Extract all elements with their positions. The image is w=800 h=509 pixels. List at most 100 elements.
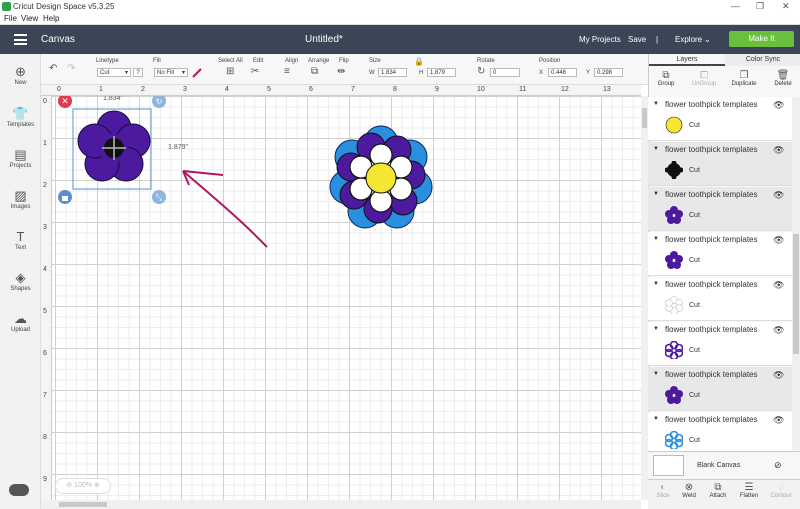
eye-icon[interactable]: 👁 (773, 325, 784, 336)
save-link[interactable]: Save (628, 35, 646, 44)
chevron-down-icon[interactable]: ▼ (653, 326, 659, 332)
select-all-icon[interactable]: ⊞ (226, 66, 234, 77)
document-title[interactable]: Untitled* (305, 34, 343, 45)
eye-icon[interactable]: 👁 (773, 280, 784, 291)
sidebar-item-new[interactable]: ⊕ New (0, 64, 41, 86)
sidebar-item-upload[interactable]: ☁ Upload (0, 311, 41, 333)
rotate-input[interactable]: 0 (490, 68, 520, 77)
chevron-down-icon[interactable]: ▼ (653, 416, 659, 422)
eye-icon[interactable]: 👁 (773, 100, 784, 111)
menu-help[interactable]: Help (43, 14, 59, 23)
layer-row[interactable]: ▼ flower toothpick templates 👁 Cut (648, 277, 792, 321)
explore-link[interactable]: Explore (675, 35, 702, 44)
scissors-icon[interactable]: ✂ (251, 66, 259, 77)
eye-icon[interactable]: 👁 (773, 415, 784, 426)
rotate-icon[interactable]: ↻ (477, 66, 485, 77)
fill-color-pen-icon[interactable] (191, 67, 203, 79)
chevron-down-icon[interactable]: ▼ (653, 191, 659, 197)
width-input[interactable]: 1.834 (378, 68, 407, 77)
layer-row[interactable]: ▼ flower toothpick templates 👁 Cut (648, 97, 792, 141)
ungroup-button[interactable]: ⧠ UnGroup (689, 70, 719, 87)
layers-scrollbar[interactable] (792, 97, 800, 450)
height-input[interactable]: 1.879 (427, 68, 456, 77)
weld-button[interactable]: ⊗ Weld (674, 482, 704, 499)
fill-select[interactable]: No Fill ▾ (154, 68, 188, 77)
resize-handle[interactable]: ⤡ (152, 190, 166, 204)
flatten-button[interactable]: ☰ Flatten (734, 482, 764, 499)
weld-label: Weld (682, 493, 696, 499)
arrange-icon[interactable]: ⧉ (311, 66, 318, 77)
layer-row[interactable]: ▼ flower toothpick templates 👁 Cut (648, 412, 792, 456)
sidebar-item-templates[interactable]: 👕 Templates (0, 106, 41, 128)
eye-hidden-icon[interactable]: ⊘ (774, 460, 782, 471)
eye-icon[interactable]: 👁 (773, 190, 784, 201)
eye-icon[interactable]: 👁 (773, 370, 784, 381)
redo-icon[interactable]: ↷ (67, 63, 75, 74)
canvas-vertical-scrollbar[interactable] (641, 96, 648, 500)
attach-button[interactable]: ⧉ Attach (703, 482, 733, 499)
close-window-icon[interactable]: ✕ (782, 1, 790, 12)
menu-file[interactable]: File (4, 14, 17, 23)
layer-operation: Cut (689, 437, 700, 444)
sidebar-item-shapes[interactable]: ◈ Shapes (0, 270, 41, 292)
canvas-horizontal-scrollbar[interactable] (41, 500, 641, 509)
ruler-left-tick: 4 (43, 266, 47, 273)
layer-thumb-purple-flower (665, 386, 683, 404)
eye-icon[interactable]: 👁 (773, 145, 784, 156)
zoom-in-icon[interactable]: ⊕ (94, 482, 100, 489)
rotate-handle[interactable]: ↻ (152, 94, 166, 108)
design-canvas[interactable]: ✕ ↻ ⤡ 1.834" 1.879" ⊖ 100% ⊕ (41, 85, 641, 500)
make-it-button[interactable]: Make It (729, 31, 794, 47)
sidebar-item-text[interactable]: T Text (0, 229, 41, 251)
chevron-down-icon[interactable]: ▼ (653, 101, 659, 107)
undo-icon[interactable]: ↶ (49, 63, 57, 74)
sidebar-label-text: Text (14, 245, 26, 251)
align-icon[interactable]: ≡ (284, 66, 290, 77)
minimize-icon[interactable]: — (731, 1, 740, 11)
layer-row[interactable]: ▼ flower toothpick templates 👁 Cut (648, 232, 792, 276)
my-projects-link[interactable]: My Projects (579, 35, 621, 44)
menu-view[interactable]: View (21, 14, 38, 23)
duplicate-icon: ❐ (739, 70, 749, 81)
linetype-select[interactable]: Cut ▾ (97, 68, 131, 77)
sidebar-item-images[interactable]: ▨ Images (0, 188, 41, 210)
lock-handle[interactable] (58, 190, 72, 204)
linetype-help[interactable]: ? (133, 68, 143, 77)
flip-icon[interactable]: ⇹ (337, 66, 345, 77)
duplicate-button[interactable]: ❐ Duplicate (729, 70, 759, 87)
delete-button[interactable]: 🗑 Delete (768, 70, 798, 87)
layer-thumb-black-burst (665, 161, 683, 179)
eye-icon[interactable]: 👁 (773, 235, 784, 246)
chevron-down-icon[interactable]: ▼ (653, 281, 659, 287)
y-input[interactable]: 0.298 (594, 68, 623, 77)
chevron-down-icon[interactable]: ▼ (653, 146, 659, 152)
layer-row[interactable]: ▼ flower toothpick templates 👁 Cut (648, 322, 792, 366)
group-button[interactable]: ⧉ Group (651, 70, 681, 87)
selected-purple-flower[interactable] (72, 108, 152, 190)
tab-layers[interactable]: Layers (649, 54, 725, 66)
layer-row[interactable]: ▼ flower toothpick templates 👁 Cut (648, 187, 792, 231)
tab-color-sync[interactable]: Color Sync (725, 54, 800, 66)
blank-canvas-swatch[interactable] (653, 455, 684, 476)
composite-flower[interactable] (329, 125, 433, 229)
lock-icon[interactable]: 🔒 (414, 57, 424, 66)
x-input[interactable]: 0.446 (548, 68, 577, 77)
blank-canvas-row[interactable]: Blank Canvas ⊘ (648, 451, 800, 479)
layer-row[interactable]: ▼ flower toothpick templates 👁 Cut (648, 142, 792, 186)
delete-handle[interactable]: ✕ (58, 94, 72, 108)
chevron-down-icon[interactable]: ▼ (653, 371, 659, 377)
arrange-label: Arrange (308, 58, 330, 64)
image-icon: ▨ (14, 188, 27, 203)
chevron-down-icon[interactable]: ⌄ (704, 35, 711, 44)
layer-thumb-purple-outline-flower (665, 341, 683, 359)
layer-row[interactable]: ▼ flower toothpick templates 👁 Cut (648, 367, 792, 411)
chat-icon[interactable] (9, 484, 29, 496)
hamburger-menu-icon[interactable] (14, 34, 27, 45)
restore-icon[interactable]: ❐ (756, 1, 764, 12)
contour-button[interactable]: ◌ Contour (766, 482, 796, 499)
zoom-out-icon[interactable]: ⊖ (66, 482, 72, 489)
sidebar-item-projects[interactable]: ▤ Projects (0, 147, 41, 169)
flatten-icon: ☰ (744, 482, 754, 493)
chevron-down-icon[interactable]: ▼ (653, 236, 659, 242)
zoom-control[interactable]: ⊖ 100% ⊕ (55, 478, 111, 494)
